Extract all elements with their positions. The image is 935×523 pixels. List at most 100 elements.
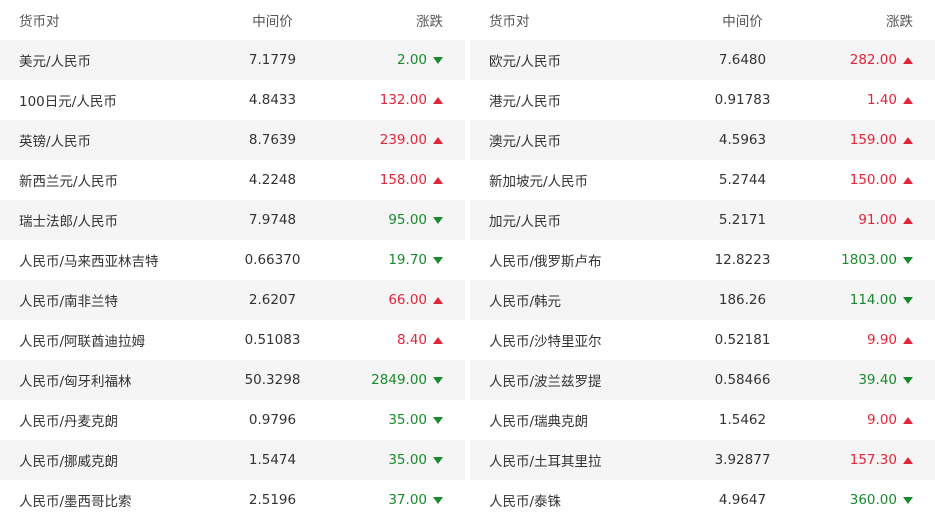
currency-pair: 英镑/人民币 xyxy=(19,134,92,150)
change-value: 91.00 xyxy=(858,212,897,228)
right-panel: 货币对 中间价 涨跌 欧元/人民币 7.6480 282.00 港元/人民币 0.917… xyxy=(470,0,935,523)
table-row[interactable]: 美元/人民币 7.1779 2.00 xyxy=(0,40,465,80)
currency-pair: 人民币/俄罗斯卢布 xyxy=(489,254,602,270)
header-pair: 货币对 xyxy=(489,14,530,30)
table-row[interactable]: 新加坡元/人民币 5.2744 150.00 xyxy=(470,160,935,200)
table-row[interactable]: 人民币/阿联酋迪拉姆 0.51083 8.40 xyxy=(0,320,465,360)
currency-pair: 人民币/泰铢 xyxy=(489,494,562,510)
currency-pair: 欧元/人民币 xyxy=(489,54,562,70)
arrow-down-icon xyxy=(433,56,443,64)
mid-price: 3.92877 xyxy=(714,452,771,468)
change-value: 9.00 xyxy=(866,412,897,428)
currency-pair: 新加坡元/人民币 xyxy=(489,174,589,190)
arrow-down-icon xyxy=(903,296,913,304)
change-cell: 9.90 xyxy=(867,332,913,348)
change-cell: 2.00 xyxy=(397,52,443,68)
arrow-up-icon xyxy=(903,96,913,104)
mid-price: 4.2248 xyxy=(248,172,297,188)
change-value: 1803.00 xyxy=(841,252,897,268)
mid-price: 4.9647 xyxy=(718,492,767,508)
change-value: 1.40 xyxy=(866,92,897,108)
currency-pair: 人民币/匈牙利福林 xyxy=(19,374,132,390)
table-row[interactable]: 澳元/人民币 4.5963 159.00 xyxy=(470,120,935,160)
change-value: 360.00 xyxy=(849,492,897,508)
table-row[interactable]: 人民币/丹麦克朗 0.9796 35.00 xyxy=(0,400,465,440)
change-value: 159.00 xyxy=(849,132,897,148)
arrow-up-icon xyxy=(903,136,913,144)
table-header: 货币对 中间价 涨跌 xyxy=(470,0,935,40)
header-change: 涨跌 xyxy=(416,14,443,30)
table-row[interactable]: 人民币/土耳其里拉 3.92877 157.30 xyxy=(470,440,935,480)
arrow-down-icon xyxy=(433,456,443,464)
header-mid: 中间价 xyxy=(722,14,763,30)
currency-pair: 新西兰元/人民币 xyxy=(19,174,119,190)
mid-price: 5.2744 xyxy=(718,172,767,188)
table-row[interactable]: 100日元/人民币 4.8433 132.00 xyxy=(0,80,465,120)
currency-pair: 人民币/丹麦克朗 xyxy=(19,414,119,430)
currency-pair: 人民币/马来西亚林吉特 xyxy=(19,254,159,270)
table-row[interactable]: 人民币/波兰兹罗提 0.58466 39.40 xyxy=(470,360,935,400)
currency-pair: 人民币/沙特里亚尔 xyxy=(489,334,602,350)
table-row[interactable]: 人民币/匈牙利福林 50.3298 2849.00 xyxy=(0,360,465,400)
change-cell: 1803.00 xyxy=(841,252,913,268)
table-row[interactable]: 人民币/南非兰特 2.6207 66.00 xyxy=(0,280,465,320)
change-value: 66.00 xyxy=(388,292,427,308)
table-row[interactable]: 港元/人民币 0.91783 1.40 xyxy=(470,80,935,120)
arrow-up-icon xyxy=(433,96,443,104)
mid-price: 5.2171 xyxy=(718,212,767,228)
header-change: 涨跌 xyxy=(886,14,913,30)
arrow-up-icon xyxy=(903,416,913,424)
mid-price: 7.1779 xyxy=(248,52,297,68)
currency-pair: 澳元/人民币 xyxy=(489,134,562,150)
mid-price: 7.6480 xyxy=(718,52,767,68)
change-value: 39.40 xyxy=(858,372,897,388)
table-row[interactable]: 欧元/人民币 7.6480 282.00 xyxy=(470,40,935,80)
currency-pair: 人民币/韩元 xyxy=(489,294,562,310)
change-value: 95.00 xyxy=(388,212,427,228)
table-row[interactable]: 人民币/韩元 186.26 114.00 xyxy=(470,280,935,320)
arrow-down-icon xyxy=(903,496,913,504)
currency-pair: 人民币/波兰兹罗提 xyxy=(489,374,602,390)
mid-price: 2.6207 xyxy=(248,292,297,308)
table-row[interactable]: 人民币/沙特里亚尔 0.52181 9.90 xyxy=(470,320,935,360)
currency-pair: 人民币/瑞典克朗 xyxy=(489,414,589,430)
table-row[interactable]: 人民币/马来西亚林吉特 0.66370 19.70 xyxy=(0,240,465,280)
table-row[interactable]: 加元/人民币 5.2171 91.00 xyxy=(470,200,935,240)
table-row[interactable]: 人民币/墨西哥比索 2.5196 37.00 xyxy=(0,480,465,520)
table-row[interactable]: 人民币/俄罗斯卢布 12.8223 1803.00 xyxy=(470,240,935,280)
table-row[interactable]: 新西兰元/人民币 4.2248 158.00 xyxy=(0,160,465,200)
arrow-down-icon xyxy=(433,376,443,384)
change-cell: 158.00 xyxy=(380,172,443,188)
currency-pair: 人民币/阿联酋迪拉姆 xyxy=(19,334,146,350)
mid-price: 186.26 xyxy=(718,292,767,308)
left-panel: 货币对 中间价 涨跌 美元/人民币 7.1779 2.00 100日元/人民币 4.84… xyxy=(0,0,465,523)
change-value: 282.00 xyxy=(849,52,897,68)
arrow-up-icon xyxy=(903,336,913,344)
currency-pair: 人民币/土耳其里拉 xyxy=(489,454,602,470)
change-cell: 159.00 xyxy=(850,132,913,148)
table-row[interactable]: 人民币/泰铢 4.9647 360.00 xyxy=(470,480,935,520)
table-row[interactable]: 人民币/挪威克朗 1.5474 35.00 xyxy=(0,440,465,480)
change-cell: 282.00 xyxy=(850,52,913,68)
change-value: 19.70 xyxy=(388,252,427,268)
table-row[interactable]: 人民币/瑞典克朗 1.5462 9.00 xyxy=(470,400,935,440)
arrow-up-icon xyxy=(433,296,443,304)
change-cell: 2849.00 xyxy=(371,372,443,388)
change-cell: 150.00 xyxy=(850,172,913,188)
mid-price: 8.7639 xyxy=(248,132,297,148)
change-cell: 360.00 xyxy=(850,492,913,508)
change-cell: 19.70 xyxy=(388,252,443,268)
change-value: 114.00 xyxy=(849,292,897,308)
change-cell: 9.00 xyxy=(867,412,913,428)
mid-price: 0.52181 xyxy=(714,332,771,348)
change-cell: 8.40 xyxy=(397,332,443,348)
table-row[interactable]: 瑞士法郎/人民币 7.9748 95.00 xyxy=(0,200,465,240)
mid-price: 0.9796 xyxy=(248,412,297,428)
change-cell: 35.00 xyxy=(388,452,443,468)
table-row[interactable]: 英镑/人民币 8.7639 239.00 xyxy=(0,120,465,160)
currency-pair: 人民币/挪威克朗 xyxy=(19,454,119,470)
change-value: 158.00 xyxy=(379,172,427,188)
change-cell: 1.40 xyxy=(867,92,913,108)
header-mid: 中间价 xyxy=(252,14,293,30)
change-value: 37.00 xyxy=(388,492,427,508)
